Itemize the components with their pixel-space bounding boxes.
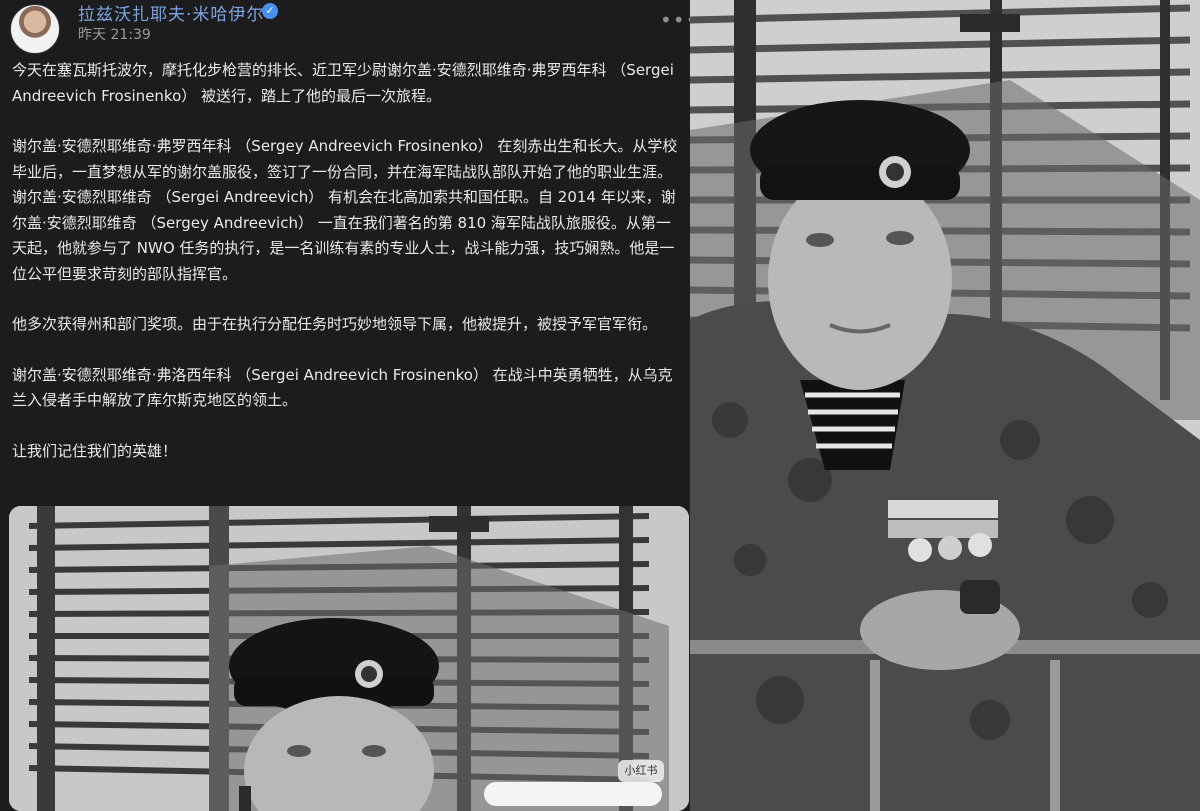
post-panel: 拉兹沃扎耶夫·米哈伊尔 ✓ 昨天 21:39 ••• 今天在塞瓦斯托波尔，摩托化…: [0, 0, 690, 811]
post-paragraph: 他多次获得州和部门奖项。由于在执行分配任务时巧妙地领导下属，他被提升，被授予军官…: [12, 315, 658, 333]
post-photo[interactable]: 小红书: [9, 506, 689, 811]
post-paragraph: 谢尔盖·安德烈耶维奇·弗洛西年科 （Sergei Andreevich Fros…: [12, 365, 673, 410]
avatar[interactable]: [10, 4, 60, 54]
portrait-photo: [690, 0, 1200, 811]
watermark-label: 小红书: [618, 760, 664, 782]
portrait-photo-image: [690, 0, 1200, 811]
post-paragraph: 让我们记住我们的英雄！: [12, 441, 178, 460]
post-paragraph: 谢尔盖·安德烈耶维奇·弗罗西年科 （Sergey Andreevich Fros…: [12, 137, 678, 283]
post-body: 今天在塞瓦斯托波尔，摩托化步枪营的排长、近卫军少尉谢尔盖·安德烈耶维奇·弗罗西年…: [12, 58, 682, 489]
post-photo-image: [9, 506, 689, 811]
post-paragraph: 今天在塞瓦斯托波尔，摩托化步枪营的排长、近卫军少尉谢尔盖·安德烈耶维奇·弗罗西年…: [12, 61, 674, 105]
more-dots-icon[interactable]: •••: [660, 10, 690, 30]
post-timestamp: 昨天 21:39: [78, 27, 151, 43]
author-name[interactable]: 拉兹沃扎耶夫·米哈伊尔: [78, 0, 264, 25]
redaction-bar: [484, 782, 662, 806]
verified-check-icon: ✓: [262, 3, 278, 19]
